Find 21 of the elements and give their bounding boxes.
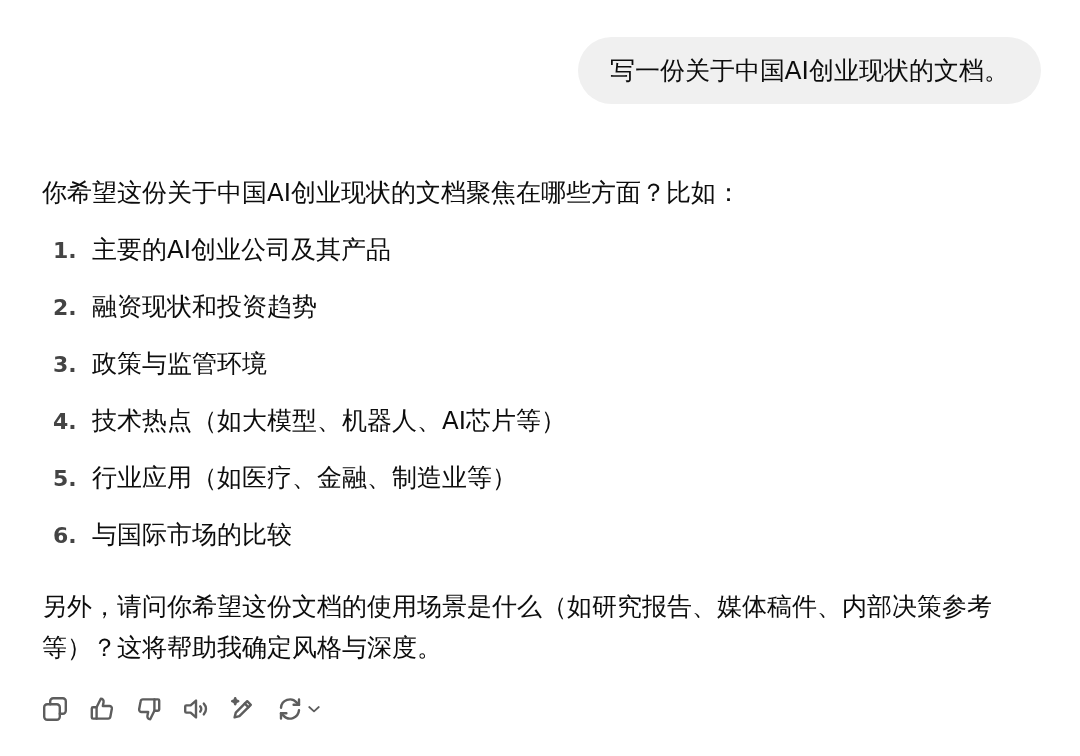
refresh-icon: [278, 697, 302, 721]
list-item-text: 行业应用（如医疗、金融、制造业等）: [92, 462, 517, 494]
list-item-text: 主要的AI创业公司及其产品: [92, 234, 391, 266]
assistant-message-text: 另外，请问你希望这份文档的使用场景是什么（如研究报告、媒体稿件、内部决策参考等）？这将帮助我确定风格与深度。: [42, 591, 993, 664]
user-message: 写一份关于中国AI创业现状的文档。: [577, 37, 1041, 104]
list-number: 3.: [53, 351, 78, 379]
list-item-text: 政策与监管环境: [92, 348, 267, 380]
thumbs-down-icon: [137, 697, 161, 721]
list-item-text: 融资现状和投资趋势: [92, 291, 317, 323]
list-number: 5.: [53, 465, 78, 493]
list-number: 4.: [53, 408, 78, 436]
speaker-icon: [184, 697, 208, 721]
pencil-sparkle-icon: [231, 697, 255, 721]
list-number: 2.: [53, 294, 78, 322]
list-number: 1.: [53, 237, 78, 265]
list-number: 6.: [53, 522, 78, 550]
copy-icon: [43, 697, 67, 721]
thumbs-up-icon: [90, 697, 114, 721]
list-item-text: 技术热点（如大模型、机器人、AI芯片等）: [92, 405, 566, 437]
list-item-text: 与国际市场的比较: [92, 519, 292, 551]
assistant-message-text: 你希望这份关于中国AI创业现状的文档聚焦在哪些方面？比如：: [42, 177, 742, 209]
